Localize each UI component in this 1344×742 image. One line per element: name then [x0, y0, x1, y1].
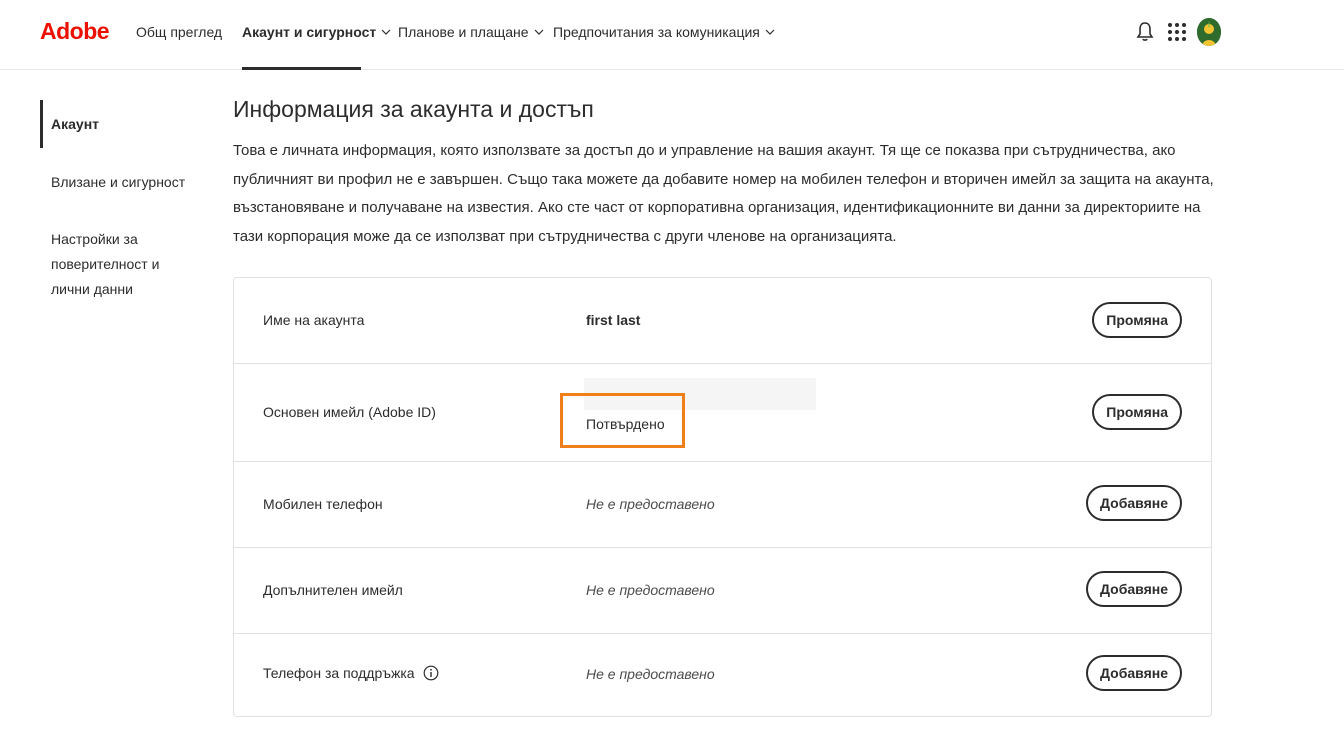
highlight-box: [560, 393, 685, 448]
page-title: Информация за акаунта и достъп: [233, 96, 594, 122]
row-support-phone: Телефон за поддръжка Не е предоставено Д…: [234, 634, 1211, 716]
sidebar-item-privacy[interactable]: Настройки за поверителност и лични данни: [51, 227, 191, 302]
top-header: Adobe Общ преглед Акаунт и сигурност Пла…: [0, 0, 1344, 70]
row-label: Основен имейл (Adobe ID): [263, 404, 436, 420]
chevron-down-icon: [534, 29, 543, 35]
account-name-value: first last: [586, 312, 641, 328]
avatar[interactable]: [1197, 18, 1221, 46]
change-account-name-button[interactable]: Промяна: [1092, 302, 1182, 338]
secondary-email-value: Не е предоставено: [586, 582, 715, 598]
nav-plans-payment-label: Планове и плащане: [398, 24, 529, 40]
secondary-email-label: Допълнителен имейл: [263, 582, 403, 598]
apps-grid-icon[interactable]: [1165, 20, 1189, 44]
mobile-phone-value: Не е предоставено: [586, 496, 715, 512]
info-icon[interactable]: [423, 665, 439, 681]
adobe-logo[interactable]: Adobe: [40, 18, 110, 45]
add-mobile-phone-button[interactable]: Добавяне: [1086, 485, 1182, 521]
sidebar-item-account[interactable]: Акаунт: [51, 112, 201, 137]
nav-account-security[interactable]: Акаунт и сигурност: [242, 22, 391, 42]
bell-icon[interactable]: [1133, 20, 1157, 44]
row-label: Допълнителен имейл: [263, 582, 403, 598]
avatar-image: [1197, 18, 1221, 46]
account-info-card: Име на акаунта first last Промяна Основе…: [233, 277, 1212, 717]
support-phone-value: Не е предоставено: [586, 666, 715, 682]
add-support-phone-button[interactable]: Добавяне: [1086, 655, 1182, 691]
add-secondary-email-button[interactable]: Добавяне: [1086, 571, 1182, 607]
row-account-name: Име на акаунта first last Промяна: [234, 278, 1211, 364]
account-name-label: Име на акаунта: [263, 312, 365, 328]
row-secondary-email: Допълнителен имейл Не е предоставено Доб…: [234, 548, 1211, 634]
nav-account-security-label: Акаунт и сигурност: [242, 24, 377, 40]
row-label: Име на акаунта: [263, 312, 364, 328]
nav-communication-preferences-label: Предпочитания за комуникация: [553, 24, 760, 40]
active-tab-underline: [242, 67, 361, 70]
primary-email-label: Основен имейл (Adobe ID): [263, 404, 436, 420]
intro-text: Това е личната информация, която използв…: [233, 142, 1214, 245]
sidebar-item-sign-in-security[interactable]: Влизане и сигурност: [51, 170, 201, 195]
nav-plans-payment[interactable]: Планове и плащане: [398, 22, 544, 42]
row-primary-email: Основен имейл (Adobe ID) Потвърдено Пром…: [234, 364, 1211, 462]
mobile-phone-label: Мобилен телефон: [263, 496, 383, 512]
sidebar-active-indicator: [40, 100, 43, 148]
chevron-down-icon: [765, 29, 775, 35]
row-mobile-phone: Мобилен телефон Не е предоставено Добавя…: [234, 462, 1211, 548]
nav-overview-label: Общ преглед: [136, 24, 223, 40]
change-primary-email-button[interactable]: Промяна: [1092, 394, 1182, 430]
chevron-down-icon: [381, 29, 391, 35]
nav-overview[interactable]: Общ преглед: [136, 22, 222, 42]
nav-communication-preferences[interactable]: Предпочитания за комуникация: [553, 22, 775, 42]
row-label: Мобилен телефон: [263, 496, 383, 512]
support-phone-label: Телефон за поддръжка: [263, 665, 415, 681]
row-label: Телефон за поддръжка: [263, 665, 439, 681]
